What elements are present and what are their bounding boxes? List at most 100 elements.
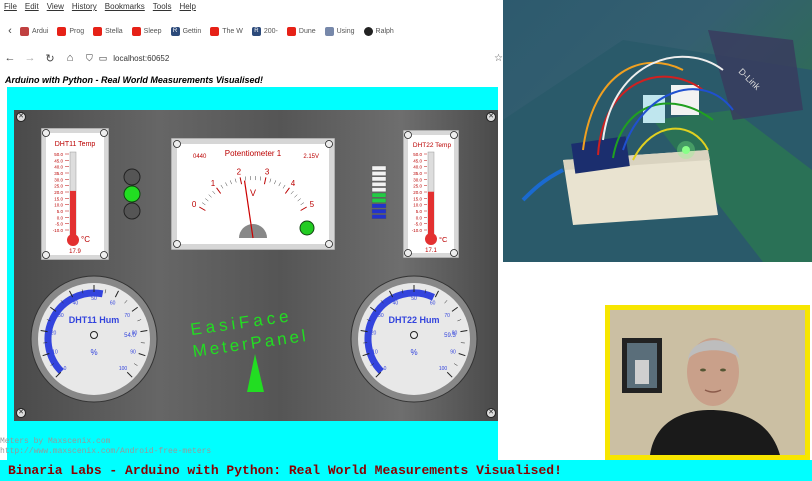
shield-icon: ⛉	[86, 52, 93, 63]
led-middle-green	[123, 185, 141, 203]
temp-scale-label: 5.0	[57, 209, 64, 214]
bookmark-item[interactable]: Dune	[286, 26, 316, 36]
menu-bookmarks[interactable]: Bookmarks	[105, 2, 145, 11]
page-info-icon[interactable]: ▭	[99, 53, 108, 64]
hum-tick-label: 60	[110, 300, 116, 306]
temp-scale-label: -5.0	[55, 222, 63, 227]
tab-scroll-left-icon[interactable]: ‹	[0, 25, 20, 37]
dht11-hum-gauge: 0102030405060708090100 DHT11 Hum 54.0 %	[30, 275, 158, 403]
screw-icon	[173, 240, 181, 248]
hum-tick-label: 10	[52, 350, 58, 356]
hum-tick-label: 40	[73, 300, 79, 306]
led-top	[123, 168, 141, 186]
screw-icon	[42, 129, 50, 137]
bookmark-item[interactable]: Using	[324, 26, 355, 36]
bookmark-label: Using	[336, 27, 355, 35]
bookmark-item[interactable]: R Gettin	[170, 26, 201, 36]
potentiometer-unit: V	[250, 188, 256, 198]
dht11-hum-title: DHT11 Hum	[69, 315, 120, 325]
credit-line-1: Meters by Maxscenix.com	[0, 437, 111, 446]
dht22-temp-unit: °C	[439, 235, 448, 244]
bookmark-item[interactable]: Prog	[57, 26, 84, 36]
browser-window: File Edit View History Bookmarks Tools H…	[0, 0, 503, 460]
arduino-icon	[20, 26, 29, 36]
forward-icon[interactable]: →	[20, 52, 40, 64]
bookmark-item[interactable]: The W	[210, 26, 243, 36]
bookmark-label: Dune	[298, 27, 316, 35]
screw-icon: ✕	[486, 112, 496, 122]
menu-help[interactable]: Help	[179, 2, 195, 11]
back-icon[interactable]: ←	[0, 52, 20, 64]
presenter-video	[610, 310, 805, 455]
hum-tick-label: 60	[430, 300, 436, 306]
potentiometer-title: Potentiometer 1	[225, 149, 282, 158]
temp-scale-label: 35.0	[413, 171, 422, 176]
temp-scale-label: 50.0	[413, 152, 422, 157]
dht22-temp-title: DHT22 Temp	[413, 142, 452, 149]
pot-tick-label: 4	[291, 179, 296, 188]
bookmark-item[interactable]: Ralph	[363, 26, 394, 36]
bookmark-item[interactable]: Sleep	[131, 26, 162, 36]
bar-segment	[371, 171, 387, 176]
dial-hub-icon	[410, 331, 418, 339]
credit-text: Meters by Maxscenix.com http://www.maxsc…	[0, 437, 211, 457]
temp-scale-label: -5.0	[414, 222, 422, 227]
menu-view[interactable]: View	[47, 2, 64, 11]
hardware-photo: D-Link	[503, 0, 812, 262]
hum-tick-label: 50	[411, 296, 417, 302]
temp-scale-label: 45.0	[54, 158, 63, 163]
temp-scale-label: 10.0	[413, 203, 422, 208]
temp-scale-label: 45.0	[413, 158, 422, 163]
screw-icon	[173, 140, 181, 148]
dht22-temp-value: 17.1	[425, 248, 437, 254]
bookmark-label: Stella	[105, 27, 123, 35]
bookmark-item[interactable]: Ardui	[20, 26, 48, 36]
bookmark-star-icon[interactable]: ☆	[494, 53, 503, 64]
dial-hub-icon	[90, 331, 98, 339]
bar-segment	[371, 187, 387, 193]
menu-file[interactable]: File	[4, 2, 17, 11]
hum-tick-label: 90	[130, 350, 136, 356]
potentiometer-meter: Potentiometer 1 0440 2.15V 0 1 2 3 4 5 V	[171, 138, 335, 250]
pot-tick-label: 5	[310, 200, 315, 209]
menu-edit[interactable]: Edit	[25, 2, 39, 11]
status-leds	[123, 168, 141, 220]
home-icon[interactable]: ⌂	[60, 52, 80, 64]
potentiometer-led	[299, 220, 315, 236]
screw-icon	[100, 251, 108, 259]
r-icon: R	[170, 26, 180, 36]
github-icon	[363, 26, 373, 36]
screw-icon	[100, 129, 108, 137]
bar-meter	[371, 165, 387, 219]
menu-tools[interactable]: Tools	[153, 2, 172, 11]
temp-scale-label: 50.0	[54, 152, 63, 157]
menu-history[interactable]: History	[72, 2, 97, 11]
dht22-hum-value: 59.3	[444, 333, 456, 339]
bar-segment	[371, 198, 387, 203]
temp-scale-label: 25.0	[54, 184, 63, 189]
bookmark-item[interactable]: R 200-	[251, 26, 278, 36]
bookmarks-bar: ‹ Ardui Prog Stella Sleep R Gettin The W …	[0, 18, 503, 44]
dht11-hum-unit: %	[90, 348, 97, 357]
credit-line-2: http://www.maxscenix.com/Android-free-me…	[0, 447, 212, 456]
url-bar[interactable]: ⛉ ▭ localhost:60652	[86, 53, 169, 64]
temp-scale-label: 15.0	[413, 196, 422, 201]
potentiometer-raw: 0440	[193, 154, 207, 160]
bookmark-item[interactable]: Stella	[93, 26, 123, 36]
menu-bar: File Edit View History Bookmarks Tools H…	[0, 0, 503, 13]
dht22-hum-unit: %	[410, 348, 417, 357]
hum-tick-label: 0	[384, 366, 387, 372]
temp-scale-label: 15.0	[54, 196, 63, 201]
screw-icon: ✕	[486, 408, 496, 418]
dht11-hum-value: 54.0	[124, 333, 136, 339]
screw-icon	[404, 249, 412, 257]
screw-icon	[325, 240, 333, 248]
youtube-icon	[131, 26, 141, 36]
dht11-temp-gauge: DHT11 Temp 50.045.040.035.030.025.020.01…	[41, 128, 109, 260]
temp-scale-label: 30.0	[413, 177, 422, 182]
reload-icon[interactable]: ↻	[40, 52, 60, 65]
screw-icon	[450, 249, 458, 257]
led-bottom	[123, 202, 141, 220]
bar-segment	[371, 182, 387, 187]
pot-tick-label: 2	[237, 167, 242, 176]
